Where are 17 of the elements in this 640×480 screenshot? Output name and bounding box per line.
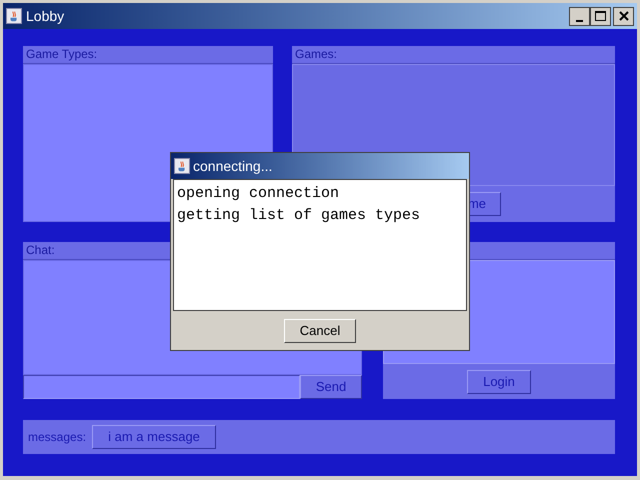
cancel-button[interactable]: Cancel	[284, 318, 356, 342]
log-line: opening connection	[177, 184, 340, 204]
dialog-title: connecting...	[193, 156, 272, 176]
coffee-cup-icon	[174, 158, 190, 174]
coffee-cup-icon	[6, 8, 22, 24]
maximize-button[interactable]	[590, 6, 611, 26]
messages-label: messages:	[28, 429, 86, 446]
minimize-button[interactable]	[569, 6, 590, 26]
login-button[interactable]: Login	[467, 370, 531, 394]
log-line: getting list of games types	[177, 206, 422, 226]
send-button[interactable]: Send	[300, 375, 362, 399]
message-button[interactable]: i am a message	[92, 425, 216, 449]
window-title: Lobby	[26, 6, 64, 26]
close-icon	[618, 11, 628, 21]
close-button[interactable]	[613, 6, 634, 26]
chat-input[interactable]	[23, 375, 300, 399]
panel-header: Game Types:	[23, 46, 273, 64]
